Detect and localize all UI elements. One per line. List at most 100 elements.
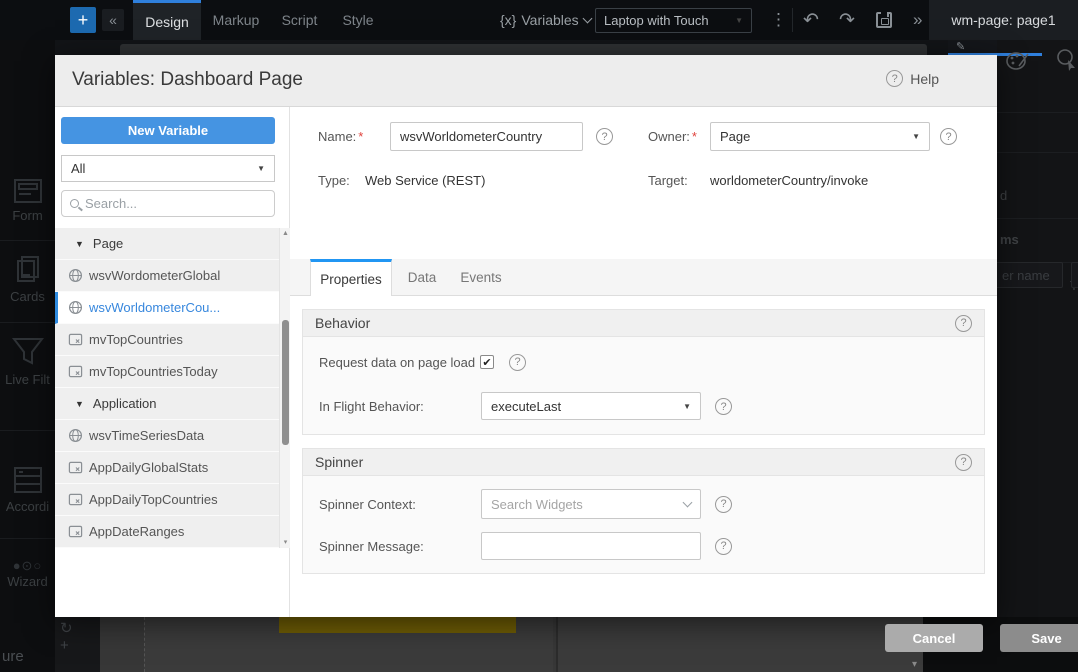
request-data-help-icon[interactable]: ?: [509, 354, 526, 371]
spinner-context-row: Spinner Context: Search Widgets ?: [303, 489, 986, 519]
variable-name-input[interactable]: [390, 122, 583, 151]
tab-markup[interactable]: Markup: [205, 0, 267, 40]
spinner-help-icon[interactable]: ?: [955, 454, 972, 471]
behavior-help-icon[interactable]: ?: [955, 315, 972, 332]
tab-data[interactable]: Data: [398, 259, 446, 296]
owner-select-value: Page: [720, 129, 750, 144]
list-scrollbar[interactable]: ▲ ▾: [279, 228, 290, 548]
tab-properties[interactable]: Properties: [310, 259, 392, 296]
scroll-down-icon[interactable]: ▾: [912, 659, 917, 670]
spinner-message-help-icon[interactable]: ?: [715, 538, 732, 555]
palette-item-form[interactable]: Form: [0, 178, 55, 223]
braces-x-icon: {x}: [500, 12, 516, 28]
model-variable-icon: [68, 524, 83, 539]
inflight-select[interactable]: executeLast ▼: [481, 392, 701, 420]
page-canvas[interactable]: ▾: [100, 617, 968, 672]
variable-row-selected[interactable]: wsvWorldometerCou...: [55, 292, 290, 324]
tab-events[interactable]: Events: [452, 259, 510, 296]
owner-help-icon[interactable]: ?: [940, 128, 957, 145]
palette-item-cards[interactable]: Cards: [0, 255, 55, 304]
expand-right-icon[interactable]: »: [913, 0, 922, 40]
variable-detail-panel: Name:* ? Owner:* Page ▼ ? Type: Web Serv…: [290, 107, 997, 617]
save-icon[interactable]: [876, 12, 892, 28]
widget-palette-rail: Form Cards Live Filt Ac: [0, 40, 55, 672]
inflight-label: In Flight Behavior:: [319, 399, 424, 414]
select-arrow-icon: ▼: [257, 164, 265, 173]
spinner-title: Spinner: [315, 454, 363, 470]
spinner-section: Spinner ? Spinner Context: Search Widget…: [302, 448, 985, 574]
palette-item-live-filter[interactable]: Live Filt: [0, 336, 55, 387]
inflight-select-value: executeLast: [491, 399, 561, 414]
canvas-left-gutter: ↻ +: [55, 617, 100, 672]
inflight-help-icon[interactable]: ?: [715, 398, 732, 415]
spinner-message-input[interactable]: [481, 532, 701, 560]
add-icon[interactable]: +: [70, 7, 96, 33]
redo-icon[interactable]: ↷: [839, 0, 855, 40]
partial-label: ms: [1000, 232, 1019, 247]
theme-palette-icon[interactable]: [1005, 50, 1029, 72]
accordion-icon: [12, 465, 44, 495]
variable-filter-select[interactable]: All ▼: [61, 155, 275, 182]
rail-separator: [997, 112, 1078, 113]
model-variable-icon: [68, 492, 83, 507]
palette-item-accordion[interactable]: Accordi: [0, 465, 55, 514]
variable-row[interactable]: AppDateRanges: [55, 516, 290, 548]
owner-select[interactable]: Page ▼: [710, 122, 930, 151]
chevron-down-icon: [582, 13, 592, 23]
help-button[interactable]: ? Help: [886, 70, 939, 87]
model-variable-icon: [68, 332, 83, 347]
variable-row[interactable]: AppDailyTopCountries: [55, 484, 290, 516]
spinner-context-help-icon[interactable]: ?: [715, 496, 732, 513]
cancel-button[interactable]: Cancel: [885, 624, 983, 652]
more-options-icon[interactable]: ⋮: [770, 0, 787, 40]
inspect-element-icon[interactable]: [1055, 48, 1077, 72]
tab-script[interactable]: Script: [272, 0, 327, 40]
chevron-down-icon: [683, 497, 693, 507]
palette-item-wizard[interactable]: ●⊙○ Wizard: [0, 558, 55, 589]
collapse-left-icon[interactable]: «: [102, 9, 124, 31]
rail-separator: [997, 218, 1078, 219]
refresh-add-icons[interactable]: ↻ +: [60, 619, 100, 654]
request-data-row: Request data on page load ✔ ?: [303, 352, 986, 372]
caret-down-icon: ▼: [75, 399, 84, 409]
variable-label: mvTopCountries: [89, 332, 183, 347]
name-help-icon[interactable]: ?: [596, 128, 613, 145]
variable-label: wsvTimeSeriesData: [89, 428, 204, 443]
spinner-context-select[interactable]: Search Widgets: [481, 489, 701, 519]
search-input[interactable]: [85, 196, 245, 211]
wizard-steps-icon: ●⊙○: [0, 558, 55, 574]
group-row-page[interactable]: ▼ Page: [55, 228, 290, 260]
device-preview-select[interactable]: Laptop with Touch ▼: [595, 8, 752, 33]
variable-row[interactable]: mvTopCountries: [55, 324, 290, 356]
variables-menu[interactable]: {x} Variables: [500, 0, 591, 40]
cards-icon: [14, 255, 42, 285]
undo-icon[interactable]: ↶: [803, 0, 819, 40]
palette-item-label: Accordi: [6, 499, 49, 514]
search-icon: [70, 199, 79, 208]
select-arrow-icon: ▼: [735, 16, 743, 25]
variables-dialog: Variables: Dashboard Page ? Help New Var…: [55, 55, 997, 617]
request-data-checkbox[interactable]: ✔: [480, 355, 494, 369]
variable-row[interactable]: AppDailyGlobalStats: [55, 452, 290, 484]
variable-search[interactable]: [61, 190, 275, 217]
pencil-icon: ✎: [956, 41, 965, 53]
variable-row[interactable]: mvTopCountriesToday: [55, 356, 290, 388]
canvas-right-panel: [556, 617, 923, 672]
top-toolbar: + « Design Markup Script Style {x} Varia…: [0, 0, 1078, 40]
partial-input[interactable]: [1071, 262, 1078, 288]
palette-item-label: Live Filt: [5, 372, 50, 387]
scrollbar-thumb[interactable]: [282, 320, 289, 445]
tab-style[interactable]: Style: [332, 0, 384, 40]
variable-row[interactable]: wsvTimeSeriesData: [55, 420, 290, 452]
target-value: worldometerCountry/invoke: [710, 173, 868, 188]
save-button[interactable]: Save: [1000, 624, 1078, 652]
variable-row[interactable]: wsvWordometerGlobal: [55, 260, 290, 292]
variable-label: AppDailyGlobalStats: [89, 460, 208, 475]
partial-input[interactable]: er name: [995, 262, 1063, 288]
new-variable-button[interactable]: New Variable: [61, 117, 275, 144]
behavior-title: Behavior: [315, 315, 370, 331]
tab-design[interactable]: Design: [133, 0, 201, 40]
partial-placeholder: er name: [1002, 268, 1050, 283]
required-asterisk: *: [692, 129, 697, 144]
group-row-application[interactable]: ▼ Application: [55, 388, 290, 420]
